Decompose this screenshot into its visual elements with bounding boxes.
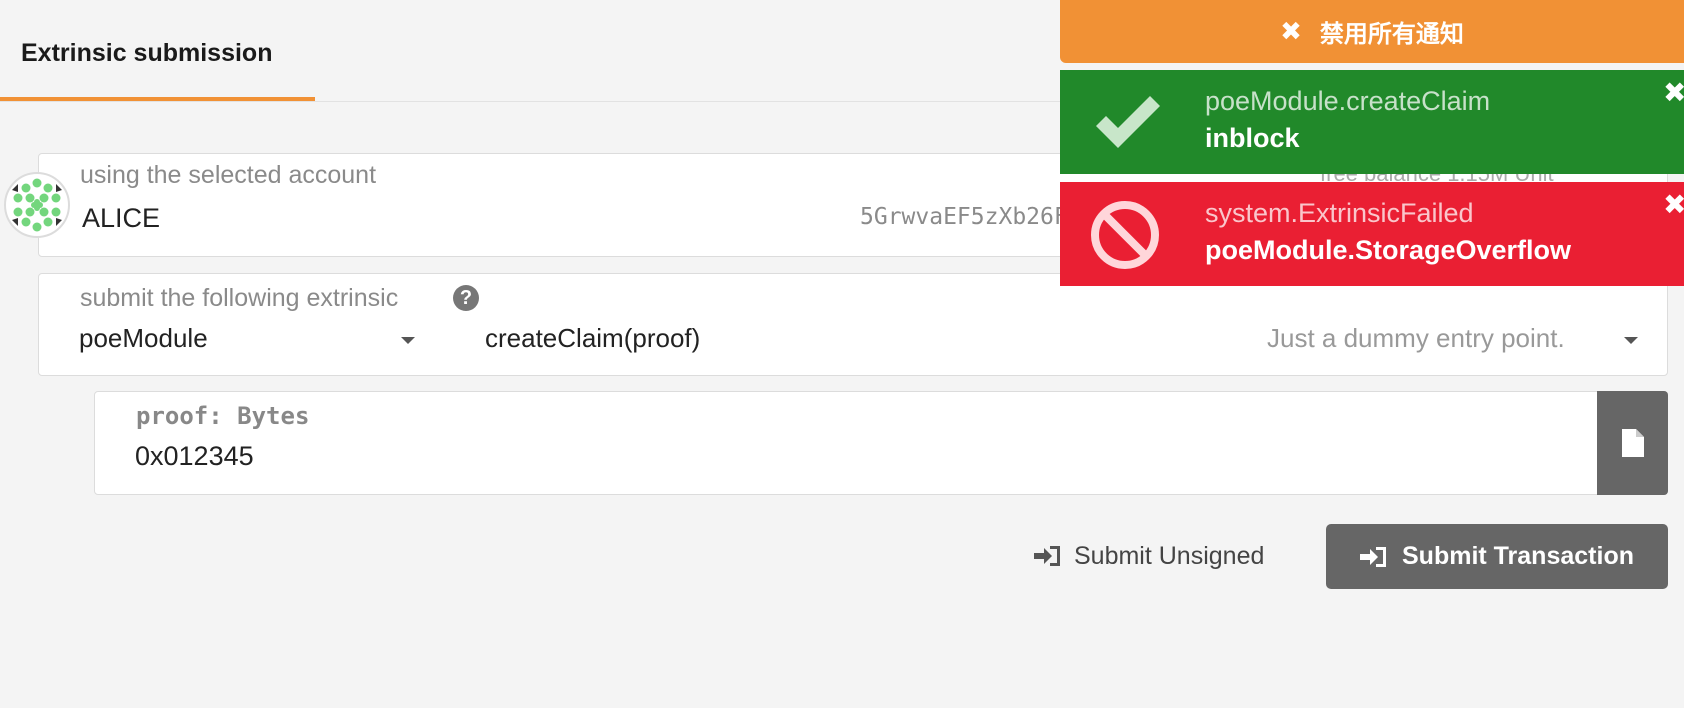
- account-identicon: [4, 172, 70, 238]
- extrinsic-label: submit the following extrinsic: [80, 284, 399, 312]
- tab-extrinsic-submission[interactable]: Extrinsic submission: [0, 0, 315, 101]
- checkmark-icon: [1096, 96, 1160, 148]
- notification-body: poeModule.StorageOverflow: [1205, 235, 1572, 265]
- submit-transaction-label: Submit Transaction: [1402, 542, 1634, 570]
- file-upload-button[interactable]: [1597, 391, 1668, 495]
- method-chevron-down-icon[interactable]: [1624, 337, 1638, 344]
- module-select[interactable]: poeModule: [79, 323, 208, 354]
- account-label: using the selected account: [80, 161, 377, 189]
- method-description: Just a dummy entry point.: [1267, 323, 1565, 353]
- notification-body: inblock: [1205, 123, 1300, 153]
- submit-transaction-button[interactable]: Submit Transaction: [1326, 524, 1668, 589]
- sign-in-icon: [1360, 546, 1386, 567]
- close-icon[interactable]: ✖: [1663, 76, 1684, 109]
- account-name: ALICE: [82, 203, 161, 233]
- submit-unsigned-button[interactable]: Submit Unsigned: [1034, 536, 1264, 576]
- param-value-input[interactable]: 0x012345: [135, 441, 254, 472]
- tab-label: Extrinsic submission: [21, 39, 273, 67]
- sign-in-icon: [1034, 546, 1060, 566]
- ban-icon: [1091, 201, 1159, 269]
- param-label: proof: Bytes: [136, 402, 310, 430]
- param-proof-field[interactable]: [94, 391, 1668, 495]
- dismiss-all-notifications-button[interactable]: ✖ 禁用所有通知: [1060, 0, 1684, 63]
- module-chevron-down-icon[interactable]: [401, 337, 415, 344]
- close-icon[interactable]: ✖: [1663, 188, 1684, 221]
- method-select[interactable]: createClaim(proof): [485, 323, 700, 354]
- help-icon[interactable]: ?: [453, 285, 479, 311]
- close-icon: ✖: [1280, 16, 1302, 47]
- notification-error: system.ExtrinsicFailed poeModule.Storage…: [1060, 182, 1684, 286]
- notification-title: poeModule.createClaim: [1205, 86, 1491, 116]
- submit-unsigned-label: Submit Unsigned: [1074, 541, 1265, 570]
- file-icon: [1622, 429, 1644, 457]
- dismiss-all-label: 禁用所有通知: [1319, 20, 1464, 48]
- notification-success: poeModule.createClaim inblock ✖: [1060, 70, 1684, 174]
- notification-title: system.ExtrinsicFailed: [1205, 198, 1474, 228]
- identicon-icon: [12, 178, 62, 232]
